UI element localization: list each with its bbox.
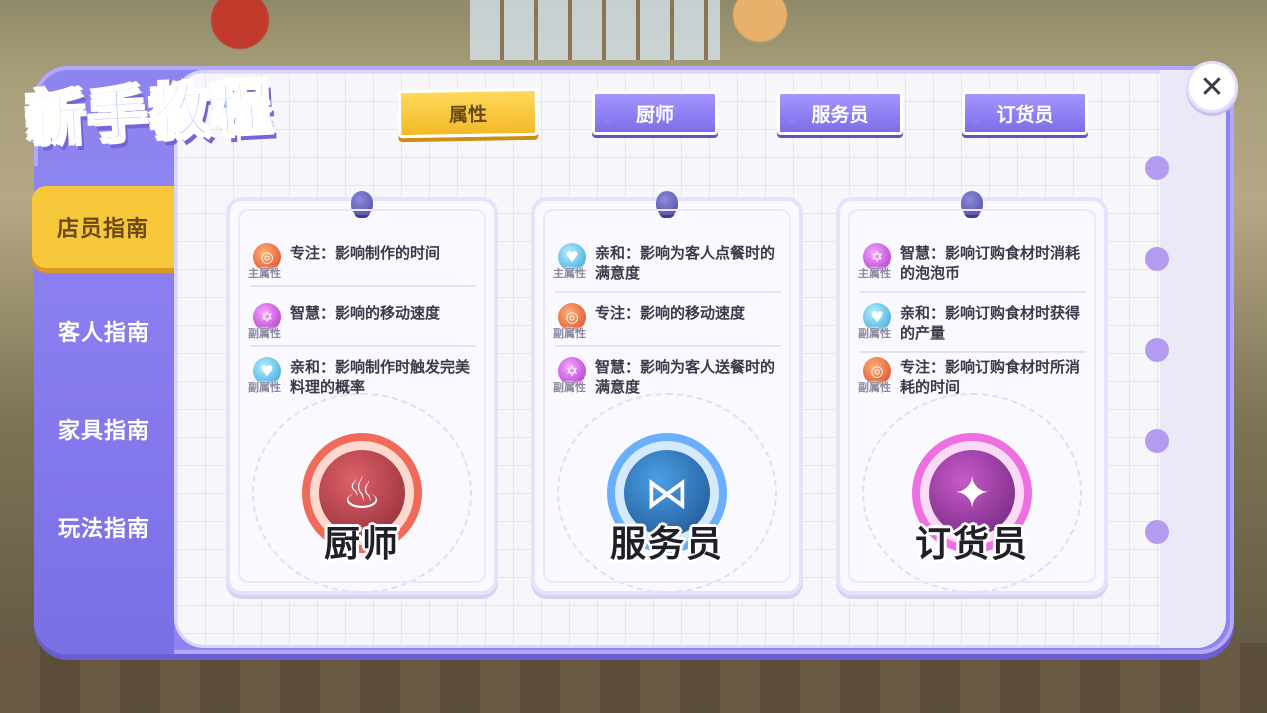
page-title: 新手教程 — [24, 72, 277, 155]
sidebar-item-label: 玩法指南 — [57, 517, 150, 542]
page-dot-1[interactable] — [1145, 156, 1169, 180]
attribute-text: 专注：影响制作的时间 — [290, 244, 441, 262]
attribute-row: ✡ 主属性 智慧：影响订购食材时消耗的泡泡币 — [858, 241, 1086, 293]
attribute-text: 智慧：影响为客人送餐时的满意度 — [595, 358, 776, 396]
page-dot-5[interactable] — [1145, 520, 1169, 544]
role-name: 厨师 — [323, 524, 400, 565]
attribute-tag: 主属性 — [858, 267, 891, 280]
sidebar-item-label: 客人指南 — [57, 321, 150, 346]
sidebar-item-staff-guide[interactable]: 店员指南 — [32, 186, 174, 268]
star-icon: ★ — [969, 109, 986, 130]
pushpin-icon — [656, 191, 678, 215]
attribute-row: ♥ 副属性 亲和：影响订购食材时获得的产量 — [858, 301, 1086, 353]
star-icon: ★ — [784, 109, 801, 130]
role-name: 服务员 — [609, 524, 724, 565]
attribute-badge: ◎ 副属性 — [858, 355, 894, 394]
attribute-badge: ♥ 主属性 — [553, 241, 589, 280]
attribute-tag: 副属性 — [553, 327, 586, 340]
tab-chef[interactable]: ★ 厨师 — [592, 91, 718, 135]
role-emblem: ✦ 订货员 — [857, 393, 1087, 593]
sidebar-item-gameplay-guide[interactable]: 玩法指南 — [34, 494, 174, 560]
attribute-badge: ♥ 副属性 — [248, 355, 284, 394]
sidebar-item-customer-guide[interactable]: 客人指南 — [34, 298, 174, 364]
role-card-chef: ◎ 主属性 专注：影响制作的时间 ✡ 副属性 智慧：影响的移动速度 ♥ 副属性 … — [226, 191, 498, 595]
attribute-badge: ♥ 副属性 — [858, 301, 894, 340]
sidebar-item-furniture-guide[interactable]: 家具指南 — [34, 396, 174, 462]
attribute-tag: 主属性 — [248, 267, 281, 280]
role-emblem: ♨ 厨师 — [247, 393, 477, 593]
tab-attributes[interactable]: ★ 属性 — [397, 87, 539, 139]
attribute-row: ✡ 副属性 智慧：影响为客人送餐时的满意度 — [553, 355, 781, 397]
attribute-row: ♥ 副属性 亲和：影响制作时触发完美料理的概率 — [248, 355, 476, 397]
attribute-badge: ◎ 副属性 — [553, 301, 589, 340]
attribute-tag: 副属性 — [858, 327, 891, 340]
attribute-text: 亲和：影响为客人点餐时的满意度 — [595, 244, 776, 282]
attribute-text: 智慧：影响订购食材时消耗的泡泡币 — [900, 244, 1081, 282]
close-icon: ✕ — [1199, 69, 1225, 105]
tab-label: 服务员 — [811, 103, 869, 126]
attribute-tag: 主属性 — [553, 267, 586, 280]
attribute-badge: ✡ 主属性 — [858, 241, 894, 280]
attribute-badge: ✡ 副属性 — [248, 301, 284, 340]
star-icon: ★ — [599, 109, 616, 130]
attribute-text: 亲和：影响制作时触发完美料理的概率 — [290, 358, 471, 396]
tab-label: 订货员 — [996, 103, 1054, 126]
attribute-tag: 副属性 — [553, 381, 586, 394]
tab-waiter[interactable]: ★ 服务员 — [777, 91, 903, 135]
attribute-text: 专注：影响订购食材时所消耗的时间 — [900, 358, 1081, 396]
page-dot-2[interactable] — [1145, 247, 1169, 271]
star-icon: ★ — [404, 111, 422, 134]
attribute-tag: 副属性 — [858, 381, 891, 394]
pushpin-icon — [961, 191, 983, 215]
attribute-tag: 副属性 — [248, 327, 281, 340]
tab-label: 厨师 — [635, 103, 674, 126]
attribute-tag: 副属性 — [248, 381, 281, 394]
page-dot-3[interactable] — [1145, 338, 1169, 362]
role-emblem: ⋈ 服务员 — [552, 393, 782, 593]
attribute-badge: ✡ 副属性 — [553, 355, 589, 394]
attribute-badge: ◎ 主属性 — [248, 241, 284, 280]
attribute-row: ✡ 副属性 智慧：影响的移动速度 — [248, 301, 476, 347]
role-name: 订货员 — [914, 524, 1029, 565]
tab-label: 属性 — [448, 103, 488, 126]
page-indicator-strip — [1160, 70, 1226, 648]
pushpin-icon — [351, 191, 373, 215]
sidebar-item-label: 家具指南 — [57, 419, 150, 444]
attribute-row: ◎ 副属性 专注：影响订购食材时所消耗的时间 — [858, 355, 1086, 397]
role-card-waiter: ♥ 主属性 亲和：影响为客人点餐时的满意度 ◎ 副属性 专注：影响的移动速度 ✡… — [531, 191, 803, 595]
attribute-row: ◎ 主属性 专注：影响制作的时间 — [248, 241, 476, 287]
page-dot-4[interactable] — [1145, 429, 1169, 453]
attribute-row: ◎ 副属性 专注：影响的移动速度 — [553, 301, 781, 347]
close-button[interactable]: ✕ — [1186, 61, 1238, 113]
attribute-row: ♥ 主属性 亲和：影响为客人点餐时的满意度 — [553, 241, 781, 293]
attribute-text: 专注：影响的移动速度 — [595, 304, 746, 322]
tab-orderer[interactable]: ★ 订货员 — [962, 91, 1088, 135]
role-card-orderer: ✡ 主属性 智慧：影响订购食材时消耗的泡泡币 ♥ 副属性 亲和：影响订购食材时获… — [836, 191, 1108, 595]
attribute-text: 智慧：影响的移动速度 — [290, 304, 441, 322]
sidebar-item-label: 店员指南 — [56, 217, 149, 242]
attribute-text: 亲和：影响订购食材时获得的产量 — [900, 304, 1081, 342]
